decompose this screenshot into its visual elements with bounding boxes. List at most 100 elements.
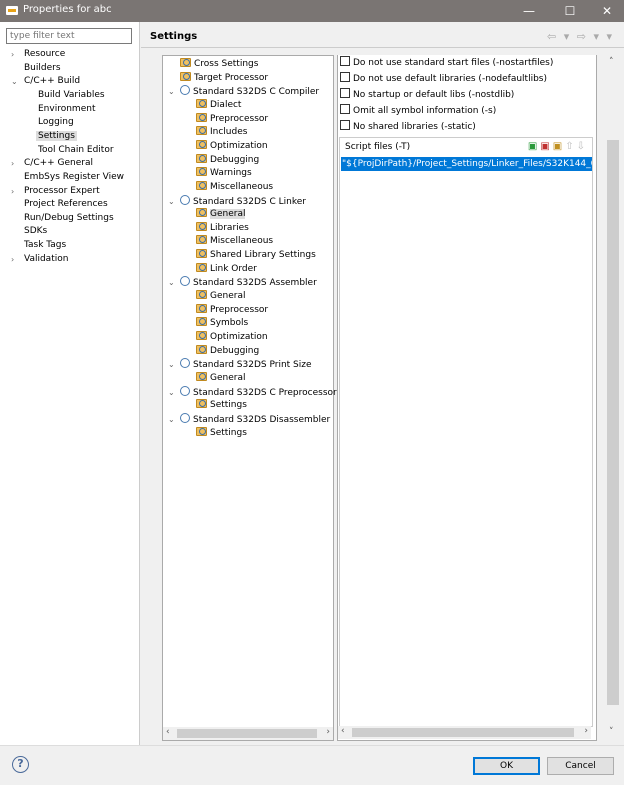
chevron-right-icon[interactable]: › (11, 185, 14, 198)
tree-item[interactable]: ⌄ Standard S32DS Disassembler (168, 412, 331, 426)
scroll-right-icon[interactable]: › (326, 727, 330, 737)
filter-input[interactable] (6, 28, 132, 44)
checkbox-icon[interactable] (340, 56, 350, 66)
tree-item[interactable]: General (196, 371, 245, 385)
option-label: No startup or default libs (-nostdlib) (353, 90, 515, 100)
tree-item[interactable]: General (196, 290, 245, 303)
sidebar-item[interactable]: ⌄ C/C++ Build (11, 75, 80, 88)
move-up-icon[interactable]: ⇧ (565, 141, 576, 152)
maximize-button[interactable]: ☐ (555, 2, 585, 20)
vertical-scrollbar[interactable]: ˄ ˅ (606, 55, 620, 741)
chevron-right-icon[interactable]: › (11, 48, 14, 61)
tree-item[interactable]: General (196, 208, 246, 221)
close-button[interactable]: ✕ (592, 2, 622, 20)
checkbox-icon[interactable] (340, 104, 350, 114)
tree-item[interactable]: Debugging (196, 153, 259, 167)
option-checkbox[interactable]: Do not use standard start files (-nostar… (340, 56, 553, 69)
settings-folder-icon (196, 344, 207, 354)
sidebar-item[interactable]: EmbSys Register View (24, 171, 124, 184)
tree-item[interactable]: Warnings (196, 167, 252, 180)
chevron-right-icon[interactable]: › (11, 157, 14, 170)
minimize-button[interactable]: — (514, 2, 544, 20)
tree-item[interactable]: Preprocessor (196, 112, 268, 126)
sidebar-item[interactable]: › Resource (11, 48, 65, 61)
settings-folder-icon (180, 58, 191, 67)
help-icon[interactable]: ? (12, 756, 29, 773)
tree-item[interactable]: ⌄ Standard S32DS C Compiler (168, 85, 319, 98)
sidebar-item[interactable]: Build Variables (38, 89, 105, 102)
tree-item[interactable]: Miscellaneous (196, 235, 273, 248)
tree-item[interactable]: Preprocessor (196, 303, 269, 317)
option-checkbox[interactable]: Do not use default libraries (-nodefault… (340, 72, 547, 85)
sidebar-item[interactable]: Settings (36, 130, 77, 143)
chevron-down-icon[interactable]: ⌄ (168, 413, 175, 426)
tree-item[interactable]: Miscellaneous (196, 180, 273, 194)
sidebar-item-label: Logging (38, 117, 74, 128)
tree-item[interactable]: Settings (196, 399, 247, 412)
cancel-button[interactable]: Cancel (547, 757, 614, 775)
tree-item[interactable]: Symbols (196, 317, 248, 330)
sidebar-item[interactable]: Run/Debug Settings (24, 212, 114, 225)
option-checkbox[interactable]: No startup or default libs (-nostdlib) (340, 88, 514, 101)
chevron-down-icon[interactable]: ⌄ (168, 195, 175, 208)
navigation-arrows-icon[interactable]: ⇦ ▾ ⇨ ▾ ▾ (547, 30, 614, 43)
tree-item[interactable]: Dialect (196, 98, 241, 112)
tree-item[interactable]: Debugging (196, 344, 259, 358)
scroll-down-icon[interactable]: ˅ (609, 727, 614, 737)
options-horizontal-scrollbar[interactable]: ‹ › (338, 726, 591, 739)
chevron-down-icon[interactable]: ⌄ (168, 276, 175, 289)
tree-item[interactable]: Target Processor (180, 71, 268, 85)
sidebar-item[interactable]: Environment (38, 103, 95, 116)
tree-item[interactable]: Optimization (196, 331, 268, 344)
tree-item[interactable]: Settings (196, 426, 247, 440)
script-files-list: Script files (-T) ▣▣▣⇧⇩ "${ProjDirPath}/… (339, 137, 593, 727)
tree-horizontal-scrollbar[interactable]: ‹ › (163, 727, 333, 740)
chevron-down-icon[interactable]: ⌄ (11, 75, 18, 88)
sidebar-item[interactable]: Tool Chain Editor (38, 144, 114, 157)
sidebar-item[interactable]: Task Tags (24, 239, 66, 252)
tree-item[interactable]: Optimization (196, 139, 268, 153)
tree-item[interactable]: Cross Settings (180, 58, 258, 71)
tree-item[interactable]: ⌄ Standard S32DS C Linker (168, 194, 306, 208)
add-icon[interactable]: ▣ (528, 141, 540, 152)
chevron-down-icon[interactable]: ⌄ (168, 85, 175, 98)
scroll-left-icon[interactable]: ‹ (341, 726, 345, 736)
sidebar-item[interactable]: SDKs (24, 225, 47, 238)
scroll-left-icon[interactable]: ‹ (166, 727, 170, 737)
tree-item[interactable]: Includes (196, 126, 247, 139)
chevron-down-icon[interactable]: ⌄ (168, 358, 175, 371)
ok-button[interactable]: OK (473, 757, 540, 775)
sidebar-item-label: Environment (38, 103, 96, 114)
dialog-button-bar: ? OK Cancel (0, 745, 624, 785)
scroll-right-icon[interactable]: › (584, 726, 588, 736)
edit-icon[interactable]: ▣ (553, 141, 565, 152)
chevron-down-icon[interactable]: ⌄ (168, 386, 175, 399)
sidebar-item[interactable]: Builders (24, 62, 61, 75)
option-label: No shared libraries (-static) (353, 122, 476, 132)
scroll-up-icon[interactable]: ˄ (609, 57, 614, 67)
option-checkbox[interactable]: No shared libraries (-static) (340, 120, 476, 133)
checkbox-icon[interactable] (340, 72, 350, 82)
tree-item[interactable]: ⌄ Standard S32DS C Preprocessor (168, 385, 337, 399)
sidebar-item[interactable]: › C/C++ General (11, 157, 93, 170)
tree-item-label: Standard S32DS Disassembler (193, 414, 331, 425)
sidebar-item[interactable]: › Processor Expert (11, 185, 100, 198)
settings-folder-icon (196, 290, 207, 300)
move-down-icon[interactable]: ⇩ (577, 141, 588, 152)
sidebar-item[interactable]: Project References (24, 198, 108, 211)
checkbox-icon[interactable] (340, 88, 350, 98)
checkbox-icon[interactable] (340, 120, 350, 130)
tree-item[interactable]: ⌄ Standard S32DS Assembler (168, 276, 317, 289)
tree-item[interactable]: Shared Library Settings (196, 249, 316, 262)
tree-item-label: Preprocessor (210, 304, 269, 315)
option-label: Do not use standard start files (-nostar… (353, 58, 554, 68)
chevron-right-icon[interactable]: › (11, 253, 14, 266)
script-file-item[interactable]: "${ProjDirPath}/Project_Settings/Linker_… (341, 157, 592, 171)
sidebar-item[interactable]: Logging (38, 116, 74, 129)
option-checkbox[interactable]: Omit all symbol information (-s) (340, 104, 496, 117)
tree-item[interactable]: Libraries (196, 221, 249, 235)
sidebar-item[interactable]: › Validation (11, 253, 68, 266)
delete-icon[interactable]: ▣ (540, 141, 552, 152)
tree-item[interactable]: ⌄ Standard S32DS Print Size (168, 358, 312, 371)
tree-item[interactable]: Link Order (196, 262, 257, 276)
